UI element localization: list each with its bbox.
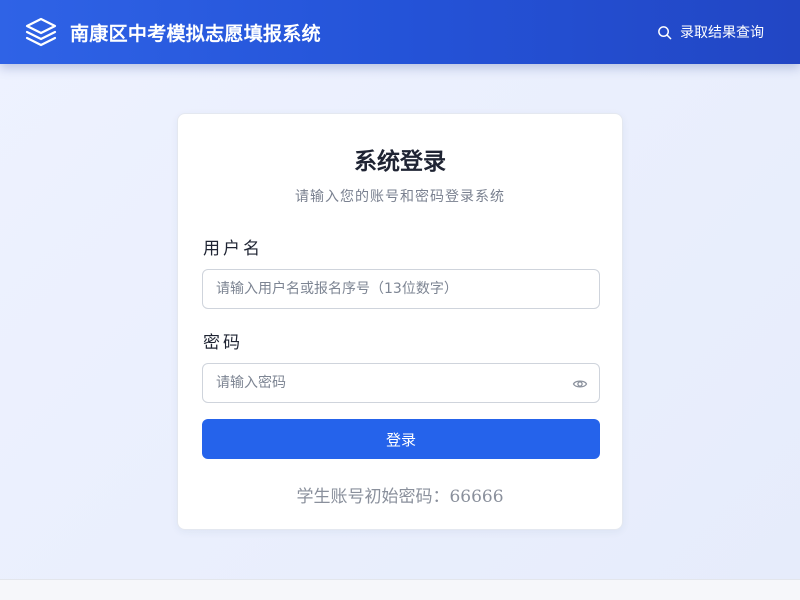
password-input[interactable] — [203, 364, 599, 402]
login-title: 系统登录 — [354, 149, 446, 175]
login-subtitle: 请输入您的账号和密码登录系统 — [295, 189, 505, 205]
username-field-wrapper — [202, 269, 600, 309]
login-card: 系统登录 请输入您的账号和密码登录系统 用户名 密码 登录 学生账号初始密码：6… — [177, 113, 623, 530]
layers-icon — [24, 15, 58, 49]
results-query-link[interactable]: 录取结果查询 — [657, 22, 776, 42]
password-field-wrapper — [202, 363, 600, 403]
search-icon — [657, 25, 672, 40]
eye-icon[interactable] — [572, 376, 588, 392]
brand: 南康区中考模拟志愿填报系统 — [24, 15, 321, 49]
results-query-label: 录取结果查询 — [680, 25, 764, 41]
password-label: 密码 — [203, 333, 243, 353]
top-header: 南康区中考模拟志愿填报系统 录取结果查询 — [0, 0, 800, 64]
footer-strip — [0, 579, 800, 600]
login-button[interactable]: 登录 — [202, 419, 600, 459]
username-input[interactable] — [203, 270, 599, 308]
app-title: 南康区中考模拟志愿填报系统 — [70, 22, 321, 45]
initial-password-hint: 学生账号初始密码：66666 — [296, 487, 504, 507]
username-label: 用户名 — [203, 239, 263, 259]
